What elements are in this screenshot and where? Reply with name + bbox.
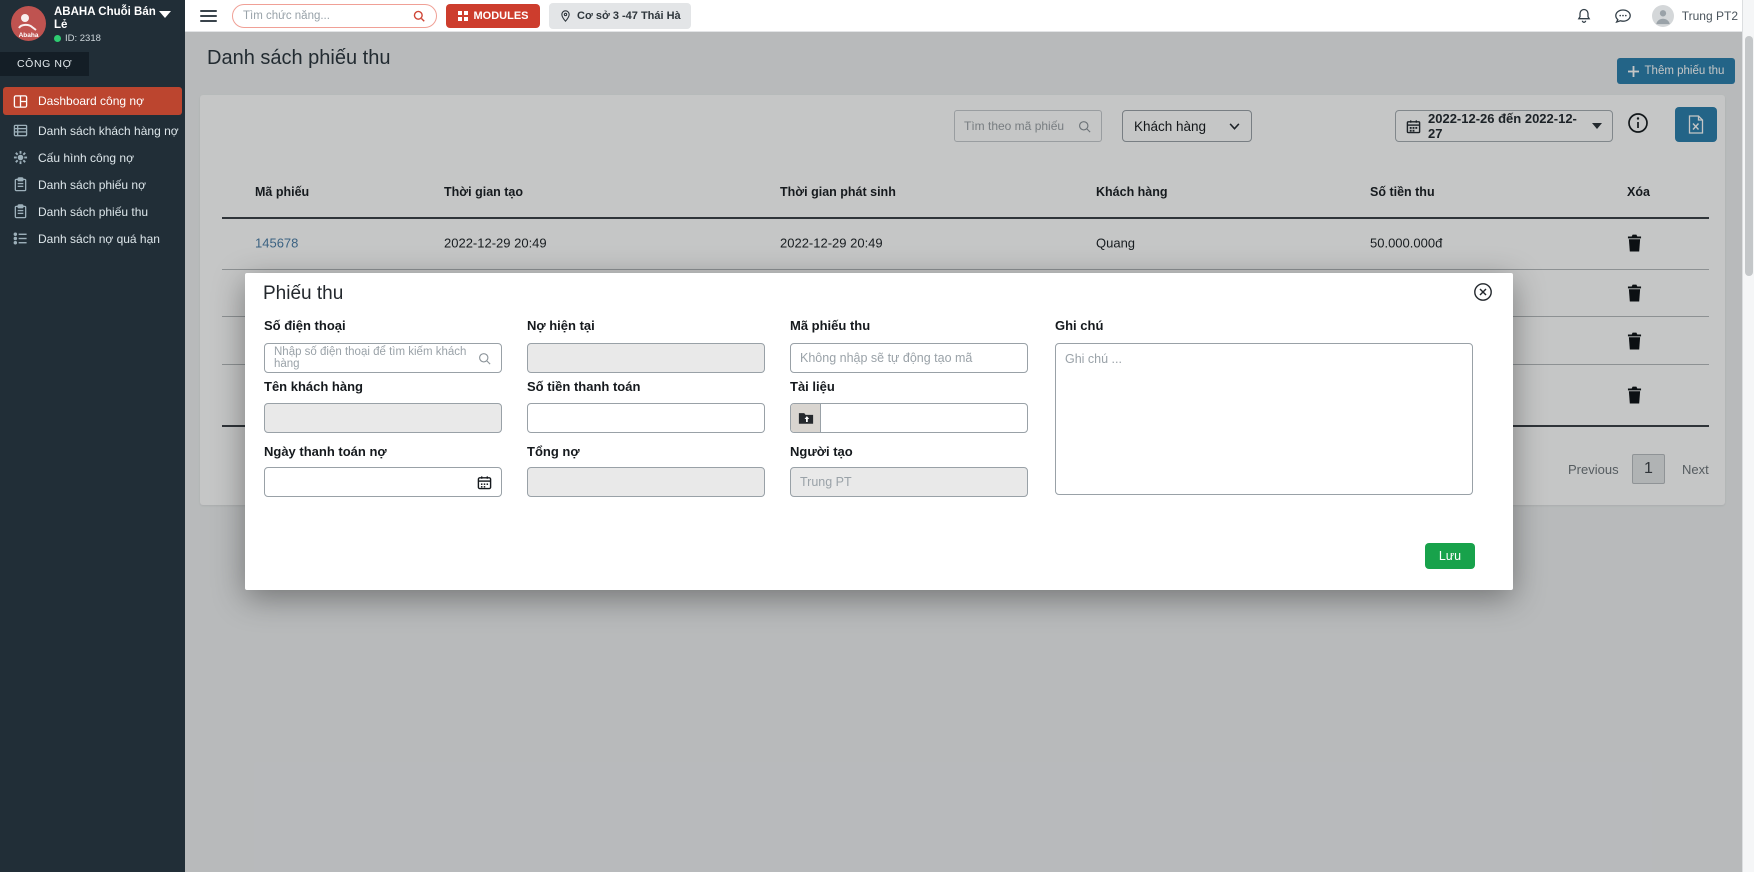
- receipt-modal: Phiếu thu Số điện thoại Nhập số điện tho…: [245, 273, 1513, 590]
- sidebar-item-label: Cấu hình công nợ: [38, 151, 134, 165]
- payment-date-input[interactable]: [264, 467, 502, 497]
- creator-value: Trung PT: [800, 475, 852, 489]
- creator-input: Trung PT: [790, 467, 1028, 497]
- document-file-input[interactable]: [790, 403, 1028, 433]
- note-label: Ghi chú: [1055, 318, 1103, 333]
- sidebar-item-cau-hinh-cong-no[interactable]: Cấu hình công nợ: [0, 144, 185, 171]
- location-selector[interactable]: Cơ sở 3 -47 Thái Hà: [549, 3, 691, 29]
- sidebar-item-danh-sach-phieu-thu[interactable]: Danh sách phiếu thu: [0, 198, 185, 225]
- payment-amount-label: Số tiền thanh toán: [527, 379, 640, 394]
- payment-amount-input[interactable]: [527, 403, 765, 433]
- scrollbar-thumb[interactable]: [1745, 36, 1753, 276]
- customer-name-input: [264, 403, 502, 433]
- brand-id: ID: 2318: [54, 33, 101, 44]
- current-debt-input: [527, 343, 765, 373]
- sidebar-item-label: Danh sách phiếu nợ: [38, 178, 146, 192]
- hamburger-menu-icon[interactable]: [200, 7, 217, 25]
- sidebar-item-label: Dashboard công nợ: [38, 94, 144, 108]
- modal-title: Phiếu thu: [263, 283, 343, 305]
- phone-label: Số điện thoại: [264, 318, 346, 333]
- search-icon: [477, 351, 492, 366]
- folder-upload-icon[interactable]: [791, 404, 821, 432]
- map-pin-icon: [559, 9, 572, 23]
- username-label[interactable]: Trung PT2: [1682, 9, 1738, 23]
- list-check-icon: [13, 231, 28, 246]
- logo-text: Abaha: [11, 32, 46, 39]
- phone-search-input[interactable]: Nhập số điện thoại để tìm kiếm khách hàn…: [264, 343, 502, 373]
- document-label: Tài liệu: [790, 379, 835, 394]
- clipboard-icon: [13, 177, 28, 192]
- global-search-input[interactable]: Tìm chức năng...: [232, 4, 437, 28]
- topbar: Tìm chức năng... MODULES Cơ sở 3 -47 Thá…: [185, 0, 1754, 32]
- sidebar-item-danh-sach-khach-hang-no[interactable]: Danh sách khách hàng nợ: [0, 117, 185, 144]
- brand-header[interactable]: Abaha ABAHA Chuỗi Bán Lẻ ID: 2318: [0, 0, 185, 48]
- chat-icon[interactable]: [1614, 8, 1632, 24]
- location-label: Cơ sở 3 -47 Thái Hà: [577, 10, 681, 22]
- sidebar-nav: Dashboard công nợ Danh sách khách hàng n…: [0, 87, 185, 252]
- sidebar-item-danh-sach-no-qua-han[interactable]: Danh sách nợ quá hạn: [0, 225, 185, 252]
- total-debt-label: Tổng nợ: [527, 444, 580, 459]
- brand-name: ABAHA Chuỗi Bán Lẻ: [54, 6, 156, 32]
- receipt-code-input[interactable]: Không nhập sẽ tự động tạo mã: [790, 343, 1028, 373]
- brand-caret-down-icon[interactable]: [159, 11, 171, 18]
- phone-placeholder: Nhập số điện thoại để tìm kiếm khách hàn…: [274, 346, 477, 370]
- search-icon: [412, 9, 426, 23]
- sidebar: Abaha ABAHA Chuỗi Bán Lẻ ID: 2318 CÔNG N…: [0, 0, 185, 872]
- sidebar-item-label: Danh sách phiếu thu: [38, 205, 148, 219]
- global-search-placeholder: Tìm chức năng...: [243, 10, 330, 22]
- sidebar-item-label: Danh sách nợ quá hạn: [38, 232, 160, 246]
- payment-date-label: Ngày thanh toán nợ: [264, 444, 387, 459]
- creator-label: Người tạo: [790, 444, 853, 459]
- gear-icon: [13, 150, 28, 165]
- save-button[interactable]: Lưu: [1425, 543, 1475, 569]
- sidebar-item-dashboard-cong-no[interactable]: Dashboard công nợ: [3, 87, 182, 115]
- vertical-scrollbar[interactable]: [1742, 0, 1754, 872]
- bell-icon[interactable]: [1576, 7, 1592, 24]
- calendar-icon: [477, 475, 492, 490]
- sidebar-item-danh-sach-phieu-no[interactable]: Danh sách phiếu nợ: [0, 171, 185, 198]
- receipt-code-label: Mã phiếu thu: [790, 318, 870, 333]
- note-placeholder: Ghi chú ...: [1065, 352, 1122, 366]
- list-table-icon: [13, 123, 28, 138]
- note-textarea[interactable]: Ghi chú ...: [1055, 343, 1473, 495]
- sidebar-item-label: Danh sách khách hàng nợ: [38, 124, 179, 138]
- close-icon[interactable]: [1473, 282, 1493, 302]
- clipboard-icon: [13, 204, 28, 219]
- total-debt-input: [527, 467, 765, 497]
- abaha-logo-icon: Abaha: [11, 6, 46, 41]
- receipt-code-placeholder: Không nhập sẽ tự động tạo mã: [800, 351, 972, 365]
- customer-name-label: Tên khách hàng: [264, 379, 363, 394]
- module-section-label: CÔNG NỢ: [0, 52, 89, 76]
- dashboard-icon: [13, 94, 28, 109]
- grid-icon: [458, 11, 468, 21]
- modules-button[interactable]: MODULES: [446, 4, 540, 28]
- topbar-right: Trung PT2: [1554, 5, 1738, 27]
- current-debt-label: Nợ hiện tại: [527, 318, 595, 333]
- user-avatar[interactable]: [1652, 5, 1674, 27]
- online-dot-icon: [54, 35, 61, 42]
